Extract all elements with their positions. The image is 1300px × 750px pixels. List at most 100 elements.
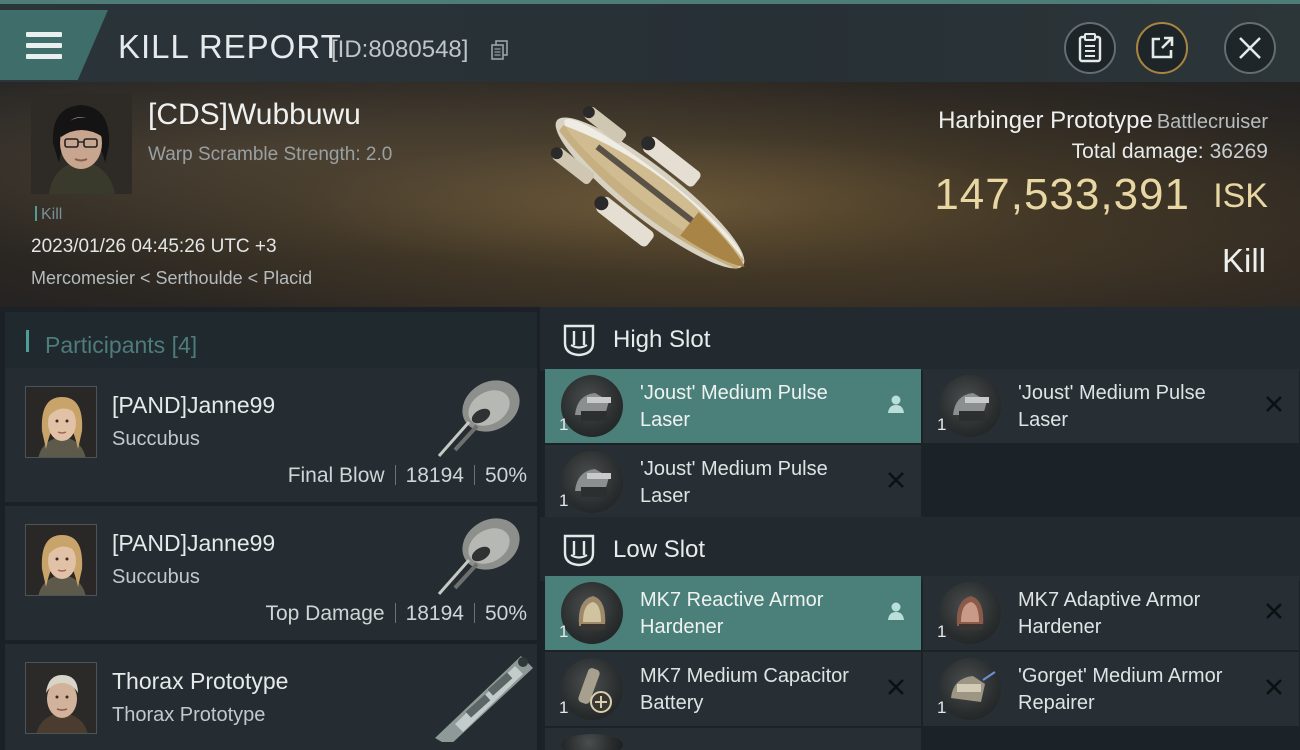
module-slot[interactable]: 1 'Joust' Medium Pulse Laser bbox=[545, 369, 921, 443]
victim-portrait[interactable] bbox=[31, 93, 132, 194]
share-icon bbox=[1151, 36, 1174, 59]
participant-row[interactable]: Thorax Prototype Thorax Prototype bbox=[5, 644, 537, 750]
copy-icon[interactable] bbox=[491, 40, 509, 60]
victim-banner: [CDS]Wubbuwu Warp Scramble Strength: 2.0… bbox=[0, 82, 1300, 307]
destroyed-x-icon bbox=[888, 679, 904, 695]
kill-result: Kill bbox=[1221, 242, 1266, 279]
module-slot[interactable]: 1 MK7 Adaptive Armor Hardener bbox=[923, 576, 1299, 650]
close-icon bbox=[1239, 37, 1261, 59]
armor-hardener-icon bbox=[939, 582, 1001, 644]
victim-ship-image[interactable] bbox=[520, 88, 780, 298]
participant-avatar[interactable] bbox=[25, 662, 97, 734]
module-slot[interactable] bbox=[545, 728, 921, 750]
victim-ship-line: Harbinger Prototype Battlecruiser bbox=[938, 107, 1268, 135]
module-icon bbox=[561, 734, 623, 750]
hamburger-menu-icon bbox=[26, 32, 62, 60]
participant-role: Top Damage bbox=[265, 602, 385, 625]
character-portrait-icon bbox=[26, 663, 96, 733]
destroyed-x-icon bbox=[888, 472, 904, 488]
close-button[interactable] bbox=[1224, 22, 1276, 74]
isk-value: 147,533,391 bbox=[934, 170, 1190, 219]
clipboard-icon bbox=[1078, 33, 1102, 63]
total-damage-label: Total damage: bbox=[1071, 140, 1204, 163]
armor-repairer-icon bbox=[939, 658, 1001, 720]
participants-header-accent bbox=[26, 330, 29, 352]
module-slot[interactable]: 1 'Joust' Medium Pulse Laser bbox=[923, 369, 1299, 443]
report-id: [ID:8080548] bbox=[331, 36, 469, 63]
high-slot-icon bbox=[563, 324, 595, 357]
high-slot-header: High Slot bbox=[540, 307, 1300, 371]
total-damage-value: 36269 bbox=[1209, 140, 1268, 163]
clipboard-button[interactable] bbox=[1064, 22, 1116, 74]
low-slot-icon bbox=[563, 534, 595, 567]
kill-location[interactable]: Mercomesier < Serthoulde < Placid bbox=[31, 268, 312, 289]
module-slot[interactable]: 1 'Gorget' Medium Armor Repairer bbox=[923, 652, 1299, 726]
participant-damage: 18194 bbox=[405, 464, 464, 487]
low-slot-title: Low Slot bbox=[613, 536, 706, 563]
module-slot[interactable]: 1 MK7 Medium Capacitor Battery bbox=[545, 652, 921, 726]
victim-name[interactable]: [CDS]Wubbuwu bbox=[148, 98, 361, 132]
destroyed-x-icon bbox=[1266, 396, 1282, 412]
participant-row[interactable]: [PAND]Janne99 Succubus Final Blow 18194 50… bbox=[5, 368, 537, 502]
participants-panel: Participants [4] [PAND]Janne99 Succubus bbox=[0, 307, 540, 750]
participant-avatar[interactable] bbox=[25, 524, 97, 596]
participant-percent: 50% bbox=[484, 464, 527, 487]
module-name: 'Joust' Medium Pulse Laser bbox=[640, 382, 828, 431]
pulse-laser-icon bbox=[561, 451, 623, 513]
armor-hardener-icon bbox=[561, 582, 623, 644]
isk-unit: ISK bbox=[1213, 177, 1268, 215]
module-name: MK7 Adaptive Armor Hardener bbox=[1018, 589, 1201, 638]
destroyed-x-icon bbox=[1266, 679, 1282, 695]
participant-damage: 18194 bbox=[405, 602, 464, 625]
kill-tag: Kill bbox=[35, 206, 62, 224]
dropped-person-icon bbox=[888, 395, 904, 413]
menu-button[interactable] bbox=[0, 10, 108, 80]
module-quantity: 1 bbox=[937, 415, 947, 434]
total-damage: Total damage: 36269 bbox=[1072, 140, 1268, 164]
dropped-person-icon bbox=[888, 602, 904, 620]
module-quantity: 1 bbox=[559, 622, 569, 641]
module-name: MK7 Reactive Armor Hardener bbox=[640, 589, 824, 638]
participant-ship: Succubus bbox=[112, 566, 200, 588]
participant-role: Final Blow bbox=[287, 464, 385, 487]
capacitor-battery-icon bbox=[561, 658, 623, 720]
module-name: 'Gorget' Medium Armor Repairer bbox=[1018, 665, 1223, 714]
character-portrait-icon bbox=[31, 93, 132, 194]
participant-avatar[interactable] bbox=[25, 386, 97, 458]
module-name: MK7 Medium Capacitor Battery bbox=[640, 665, 849, 714]
pulse-laser-icon bbox=[939, 375, 1001, 437]
participant-name[interactable]: Thorax Prototype bbox=[112, 668, 288, 695]
participants-title: Participants [4] bbox=[45, 332, 197, 359]
module-quantity: 1 bbox=[559, 415, 569, 434]
top-bar: KILL REPORT [ID:8080548] bbox=[0, 0, 1300, 82]
victim-ship-class: Battlecruiser bbox=[1156, 111, 1268, 133]
module-slot[interactable]: 1 MK7 Reactive Armor Hardener bbox=[545, 576, 921, 650]
participant-name[interactable]: [PAND]Janne99 bbox=[112, 530, 275, 557]
character-portrait-icon bbox=[26, 525, 96, 595]
victim-ship-name[interactable]: Harbinger Prototype bbox=[938, 107, 1153, 134]
warp-scramble-strength: Warp Scramble Strength: 2.0 bbox=[148, 144, 393, 165]
participant-percent: 50% bbox=[484, 602, 527, 625]
participant-ship-image[interactable] bbox=[425, 370, 535, 466]
participant-ship-image[interactable] bbox=[425, 646, 535, 742]
participant-name[interactable]: [PAND]Janne99 bbox=[112, 392, 275, 419]
participant-stats: Final Blow 18194 50% bbox=[288, 464, 527, 488]
fitting-panel: High Slot 1 'Joust' Medium Pulse Laser 1 bbox=[540, 307, 1300, 750]
module-slot[interactable]: 1 'Joust' Medium Pulse Laser bbox=[545, 445, 921, 519]
module-name: 'Joust' Medium Pulse Laser bbox=[640, 458, 828, 507]
participants-title-text: Participants bbox=[45, 332, 166, 358]
module-quantity: 1 bbox=[937, 622, 947, 641]
participant-ship: Thorax Prototype bbox=[112, 704, 266, 726]
module-quantity: 1 bbox=[559, 698, 569, 717]
low-slot-header: Low Slot bbox=[540, 517, 1300, 581]
participants-header[interactable]: Participants [4] bbox=[5, 312, 537, 370]
kill-timestamp: 2023/01/26 04:45:26 UTC +3 bbox=[31, 236, 277, 257]
module-quantity: 1 bbox=[559, 491, 569, 510]
participant-row[interactable]: [PAND]Janne99 Succubus Top Damage 18194 50… bbox=[5, 506, 537, 640]
module-name: 'Joust' Medium Pulse Laser bbox=[1018, 382, 1206, 431]
participant-stats: Top Damage 18194 50% bbox=[265, 602, 527, 626]
share-button[interactable] bbox=[1136, 22, 1188, 74]
participant-ship-image[interactable] bbox=[425, 508, 535, 604]
character-portrait-icon bbox=[26, 387, 96, 457]
participants-count: [4] bbox=[171, 332, 198, 358]
